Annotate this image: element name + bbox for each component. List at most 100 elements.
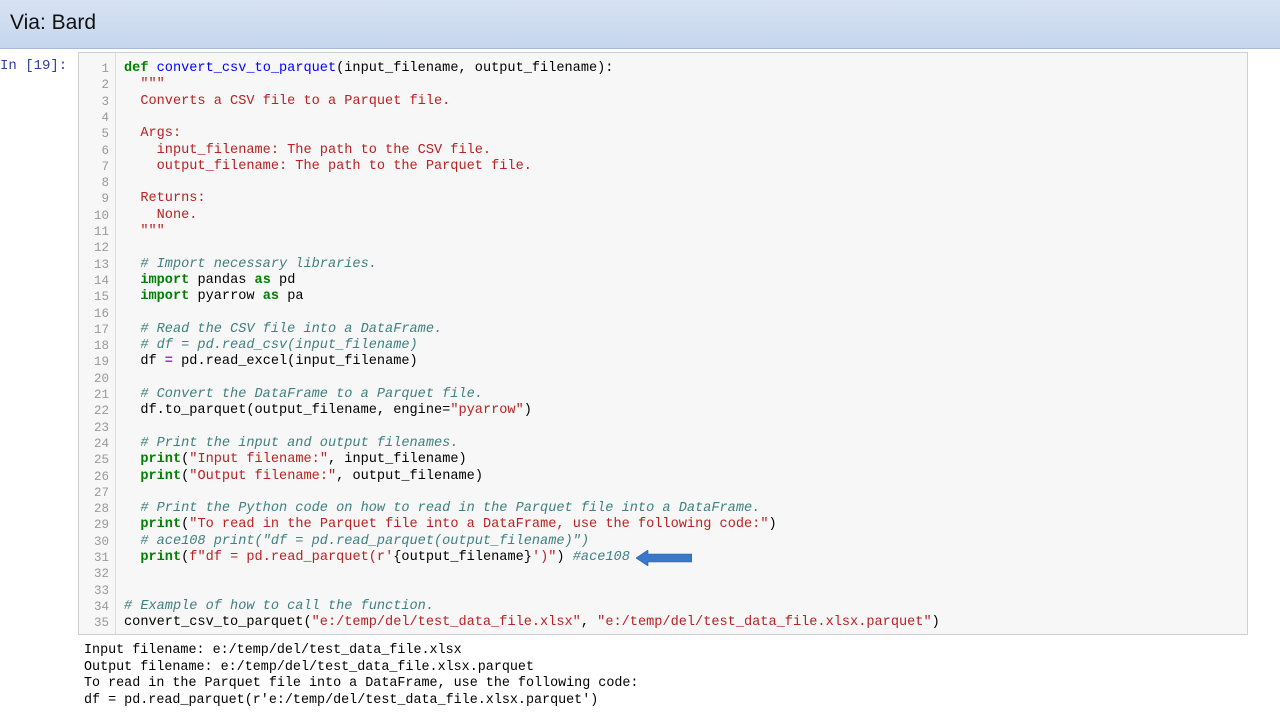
code-line[interactable]: 28 # Print the Python code on how to rea… [79,501,1244,517]
line-number: 32 [93,567,109,582]
code-line[interactable]: 25 print("Input filename:", input_filena… [79,452,1244,468]
code-token: # df = pd.read_csv(input_filename) [124,338,418,354]
code-token: input_filename: The path to the CSV file… [124,142,492,158]
code-token: "pyarrow" [450,403,524,419]
code-token: """ [124,224,165,239]
code-text: # Example of how to call the function. [124,599,434,615]
line-number: 6 [101,143,109,158]
line-number: 34 [93,599,109,614]
line-number: 21 [93,388,109,402]
code-line[interactable]: 24 # Print the input and output filename… [79,436,1244,452]
code-line[interactable]: 18 # df = pd.read_csv(input_filename) [79,338,1244,354]
code-token: ) [523,403,532,419]
left-arrow-icon [636,550,692,566]
code-text: print(f"df = pd.read_parquet(r'{output_f… [124,550,630,566]
code-text: print("Output filename:", output_filenam… [124,469,483,485]
code-line[interactable]: 26 print("Output filename:", output_file… [79,469,1244,485]
line-number: 25 [93,453,109,468]
code-line[interactable]: 2 """ [79,77,1244,93]
code-token: import [140,289,190,305]
code-line[interactable]: 32 [79,566,1244,582]
line-number: 16 [93,306,109,321]
code-token: convert_csv_to_parquet( [124,615,312,631]
code-token: def [124,61,157,76]
code-token: , output_filename) [336,468,483,484]
code-line[interactable]: 22 df.to_parquet(output_filename, engine… [79,403,1244,419]
code-text: None. [124,208,198,224]
code-line[interactable]: 16 [79,306,1244,322]
code-line[interactable]: 3 Converts a CSV file to a Parquet file. [79,94,1244,110]
code-line[interactable]: 27 [79,485,1244,501]
code-token: # Convert the DataFrame to a Parquet fil… [124,387,483,402]
code-line[interactable]: 8 [79,175,1244,191]
code-text: convert_csv_to_parquet("e:/temp/del/test… [124,615,940,631]
code-text: Returns: [124,191,205,207]
code-token: pyarrow [189,289,263,305]
code-token: # Read the CSV file into a DataFrame. [124,321,443,337]
code-line[interactable]: 23 [79,420,1244,436]
code-token: (input_filename, output_filename): [336,61,614,76]
line-number: 31 [93,551,109,565]
line-number: 33 [93,583,109,598]
code-token: #ace108 [572,550,630,565]
code-line[interactable]: 5 Args: [79,126,1244,142]
code-token: print [140,550,182,565]
code-token: # Print the Python code on how to read i… [124,501,761,517]
code-line[interactable]: 14 import pandas as pd [79,273,1244,289]
code-text: input_filename: The path to the CSV file… [124,143,491,159]
code-text: output_filename: The path to the Parquet… [124,159,532,175]
code-line[interactable]: 12 [79,240,1244,256]
code-text: Converts a CSV file to a Parquet file. [124,94,450,110]
code-token: # Print the input and output filenames. [124,435,459,451]
line-number: 35 [93,616,109,631]
code-line[interactable]: 6 input_filename: The path to the CSV fi… [79,143,1244,159]
code-line[interactable]: 29 print("To read in the Parquet file in… [79,517,1244,533]
code-text: def convert_csv_to_parquet(input_filenam… [124,61,613,77]
output-line: df = pd.read_parquet(r'e:/temp/del/test_… [84,692,599,708]
code-line[interactable]: 4 [79,110,1244,126]
line-number: 10 [93,208,109,223]
code-line[interactable]: 21 # Convert the DataFrame to a Parquet … [79,387,1244,403]
code-token: # ace108 print("df = pd.read_parquet(out… [124,533,589,549]
line-number: 27 [93,485,109,500]
code-line[interactable]: 19 df = pd.read_excel(input_filename) [79,354,1244,370]
code-line[interactable]: 13 # Import necessary libraries. [79,257,1244,273]
banner-title: Via: Bard [10,11,96,34]
code-text: import pandas as pd [124,273,295,289]
code-token: as [254,272,271,288]
code-token: pd.read_excel(input_filename) [172,354,418,370]
line-number: 20 [93,371,109,386]
code-token: "Input filename:" [189,452,328,468]
code-token: = [164,354,173,370]
code-line[interactable]: 15 import pyarrow as pa [79,289,1244,305]
code-token: print [140,468,182,484]
code-line[interactable]: 33 [79,583,1244,599]
code-line[interactable]: 35 convert_csv_to_parquet("e:/temp/del/te… [79,615,1244,631]
code-line[interactable]: 17 # Read the CSV file into a DataFrame. [79,322,1244,338]
code-text: print("To read in the Parquet file into … [124,517,776,533]
code-token: df [124,354,165,370]
line-number: 5 [101,127,109,142]
code-token: f"df = pd.read_parquet(r' [189,550,394,565]
code-line[interactable]: 7 output_filename: The path to the Parqu… [79,159,1244,175]
code-line[interactable]: 34 # Example of how to call the function. [79,599,1244,615]
code-token: "To read in the Parquet file into a Data… [189,517,769,533]
code-text: Args: [124,126,181,142]
code-token: "e:/temp/del/test_data_file.xlsx" [311,615,581,631]
line-number: 26 [93,469,109,484]
code-text: """ [124,77,164,93]
code-line[interactable]: 30 # ace108 print("df = pd.read_parquet(… [79,534,1244,550]
cell-output: Input filename: e:/temp/del/test_data_fi… [84,643,638,709]
code-line[interactable]: 10 None. [79,208,1244,224]
code-line[interactable]: 1 def convert_csv_to_parquet(input_filena… [79,61,1244,77]
code-token: pa [279,289,304,305]
code-cell[interactable]: 1 def convert_csv_to_parquet(input_filena… [78,52,1248,635]
line-number: 13 [93,257,109,272]
code-line[interactable]: 9 Returns: [79,191,1244,207]
code-line[interactable]: 20 [79,371,1244,387]
code-line[interactable]: 11 """ [79,224,1244,240]
code-token: print [140,452,182,468]
code-token: pandas [189,272,255,288]
